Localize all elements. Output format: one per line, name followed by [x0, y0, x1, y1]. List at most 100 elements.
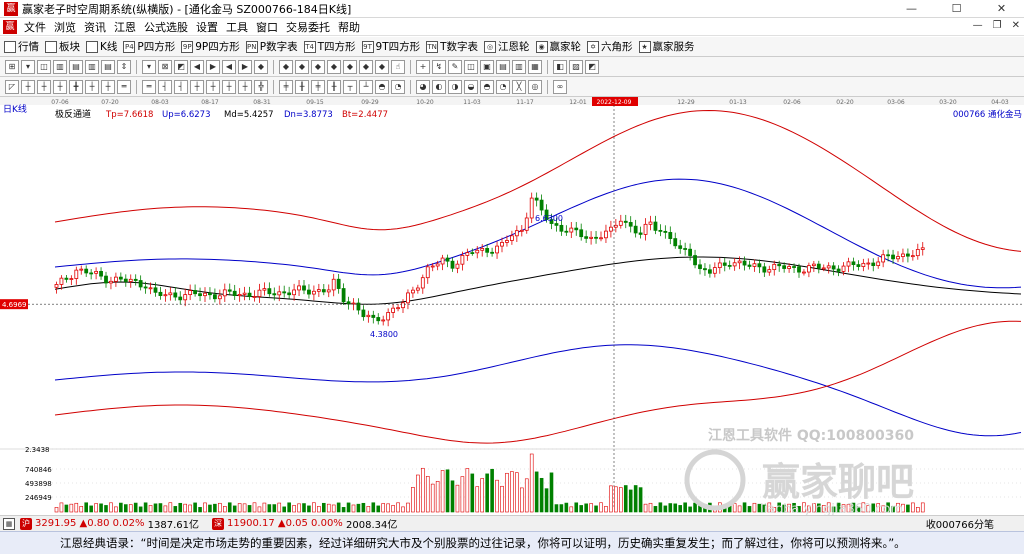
nav-t-square[interactable]: T4 T四方形 [303, 39, 356, 54]
tool-button-icon[interactable]: ◎ [528, 79, 542, 94]
tool-button-icon[interactable]: ▾ [21, 59, 35, 74]
tool-button-icon[interactable]: ▥ [85, 59, 99, 74]
tool-button-icon[interactable]: ═ [117, 79, 131, 94]
tool-button-icon[interactable]: ↯ [432, 59, 446, 74]
tool-button-icon[interactable]: ┼ [190, 79, 204, 94]
tool-button-icon[interactable]: ◩ [174, 59, 188, 74]
minimize-button[interactable]: — [889, 0, 934, 18]
tool-button-icon[interactable]: ╫ [295, 79, 309, 94]
tool-button-icon[interactable]: ╬ [254, 79, 268, 94]
nav-blocks[interactable]: 板块 [45, 39, 80, 54]
quote-icon[interactable]: ▦ [3, 517, 15, 530]
tool-button-icon[interactable]: ╳ [512, 79, 526, 94]
tool-button-icon[interactable]: ┼ [206, 79, 220, 94]
tool-button-icon[interactable]: ◑ [448, 79, 462, 94]
nav-p-square[interactable]: P4 P四方形 [123, 39, 175, 54]
tool-button-icon[interactable]: ┬ [343, 79, 357, 94]
tool-button-icon[interactable]: ┼ [53, 79, 67, 94]
tool-button-icon[interactable]: ◆ [343, 59, 357, 74]
tool-button-icon[interactable]: ◆ [327, 59, 341, 74]
shanghai-index[interactable]: 沪 3291.95 ▲0.80 0.02% 1387.61亿 [17, 516, 199, 531]
menu-settings[interactable]: 设置 [192, 19, 222, 35]
tool-button-icon[interactable]: ✎ [448, 59, 462, 74]
tool-button-icon[interactable]: ═ [142, 79, 156, 94]
shenzhen-index[interactable]: 深 11900.17 ▲0.05 0.00% 2008.34亿 [209, 516, 397, 531]
tool-button-icon[interactable]: ▤ [101, 59, 115, 74]
tool-button-icon[interactable]: ▾ [142, 59, 156, 74]
menu-help[interactable]: 帮助 [334, 19, 364, 35]
tool-button-icon[interactable]: ∞ [553, 79, 567, 94]
tool-button-icon[interactable]: ┼ [37, 79, 51, 94]
tool-button-icon[interactable]: ◕ [416, 79, 430, 94]
tool-button-icon[interactable]: ┼ [238, 79, 252, 94]
tool-button-icon[interactable]: ◔ [391, 79, 405, 94]
tool-button-icon[interactable]: ◆ [279, 59, 293, 74]
tool-button-icon[interactable]: ◀ [222, 59, 236, 74]
tool-button-icon[interactable]: ▤ [69, 59, 83, 74]
tick-data-label[interactable]: 收000766分笔 [926, 516, 994, 531]
tool-button-icon[interactable]: ┼ [85, 79, 99, 94]
nav-service[interactable]: ★ 赢家服务 [638, 39, 695, 54]
tool-button-icon[interactable]: ▶ [206, 59, 220, 74]
tool-button-icon[interactable]: ◆ [254, 59, 268, 74]
tool-button-icon[interactable]: ◒ [464, 79, 478, 94]
nav-gann-wheel[interactable]: ◎ 江恩轮 [484, 39, 530, 54]
tool-button-icon[interactable]: ◆ [375, 59, 389, 74]
tool-button-icon[interactable]: ◫ [37, 59, 51, 74]
tool-button-icon[interactable]: + [416, 59, 430, 74]
nav-9p-square[interactable]: 9P 9P四方形 [181, 39, 240, 54]
tool-button-icon[interactable]: ┴ [359, 79, 373, 94]
close-button[interactable]: ✕ [979, 0, 1024, 18]
tool-button-icon[interactable]: ◀ [190, 59, 204, 74]
nav-hexagon[interactable]: ✡ 六角形 [587, 39, 633, 54]
tool-button-icon[interactable]: ┼ [101, 79, 115, 94]
menu-tools[interactable]: 工具 [222, 19, 252, 35]
tool-button-icon[interactable]: ◆ [311, 59, 325, 74]
tool-button-icon[interactable]: ┤ [158, 79, 172, 94]
tool-button-icon[interactable]: ▨ [569, 59, 583, 74]
kline-chart-panel[interactable]: 07-06 07-20 08-03 08-17 08-31 09-15 09-29 10-20… [0, 97, 1024, 517]
menu-formula[interactable]: 公式选股 [140, 19, 192, 35]
tool-button-icon[interactable]: ☝ [391, 59, 405, 74]
tool-button-icon[interactable]: ◧ [553, 59, 567, 74]
maximize-button[interactable]: ☐ [934, 0, 979, 18]
mdi-minimize-button[interactable]: — [973, 20, 983, 31]
tool-button-icon[interactable]: ▣ [480, 59, 494, 74]
tool-button-icon[interactable]: ◆ [295, 59, 309, 74]
menu-browse[interactable]: 浏览 [50, 19, 80, 35]
tool-button-icon[interactable]: ⇕ [117, 59, 131, 74]
tool-button-icon[interactable]: ╪ [311, 79, 325, 94]
tool-button-icon[interactable]: ▥ [512, 59, 526, 74]
tool-button-icon[interactable]: ╋ [69, 79, 83, 94]
tool-button-icon[interactable]: ◫ [464, 59, 478, 74]
nav-grid[interactable]: 行情 [4, 39, 39, 54]
tool-button-icon[interactable]: ◓ [375, 79, 389, 94]
tool-button-icon[interactable]: ┼ [222, 79, 236, 94]
menu-file[interactable]: 文件 [20, 19, 50, 35]
kline-chart[interactable]: 07-06 07-20 08-03 08-17 08-31 09-15 09-29 10-20… [0, 97, 1024, 517]
tool-button-icon[interactable]: ◆ [359, 59, 373, 74]
nav-9t-square[interactable]: 9T 9T四方形 [361, 39, 420, 54]
tool-button-icon[interactable]: ┤ [174, 79, 188, 94]
menu-window[interactable]: 窗口 [252, 19, 282, 35]
tool-button-icon[interactable]: ◸ [5, 79, 19, 94]
nav-kline[interactable]: K线 [86, 39, 117, 54]
nav-winner-wheel[interactable]: ◉ 赢家轮 [535, 39, 581, 54]
tool-button-icon[interactable]: ▶ [238, 59, 252, 74]
tool-button-icon[interactable]: ▤ [496, 59, 510, 74]
mdi-restore-button[interactable]: ❐ [993, 20, 1002, 31]
tool-button-icon[interactable]: ▦ [528, 59, 542, 74]
tool-button-icon[interactable]: ◩ [585, 59, 599, 74]
tool-button-icon[interactable]: ▥ [53, 59, 67, 74]
tool-button-icon[interactable]: ╫ [327, 79, 341, 94]
tool-button-icon[interactable]: ⊞ [5, 59, 19, 74]
menu-gann[interactable]: 江恩 [110, 19, 140, 35]
mdi-close-button[interactable]: ✕ [1012, 20, 1020, 31]
menu-trade[interactable]: 交易委托 [282, 19, 334, 35]
tool-button-icon[interactable]: ◓ [480, 79, 494, 94]
tool-button-icon[interactable]: ┼ [21, 79, 35, 94]
nav-t-table[interactable]: TN T数字表 [426, 39, 478, 54]
tool-button-icon[interactable]: ╪ [279, 79, 293, 94]
tool-button-icon[interactable]: ◐ [432, 79, 446, 94]
tool-button-icon[interactable]: ◔ [496, 79, 510, 94]
